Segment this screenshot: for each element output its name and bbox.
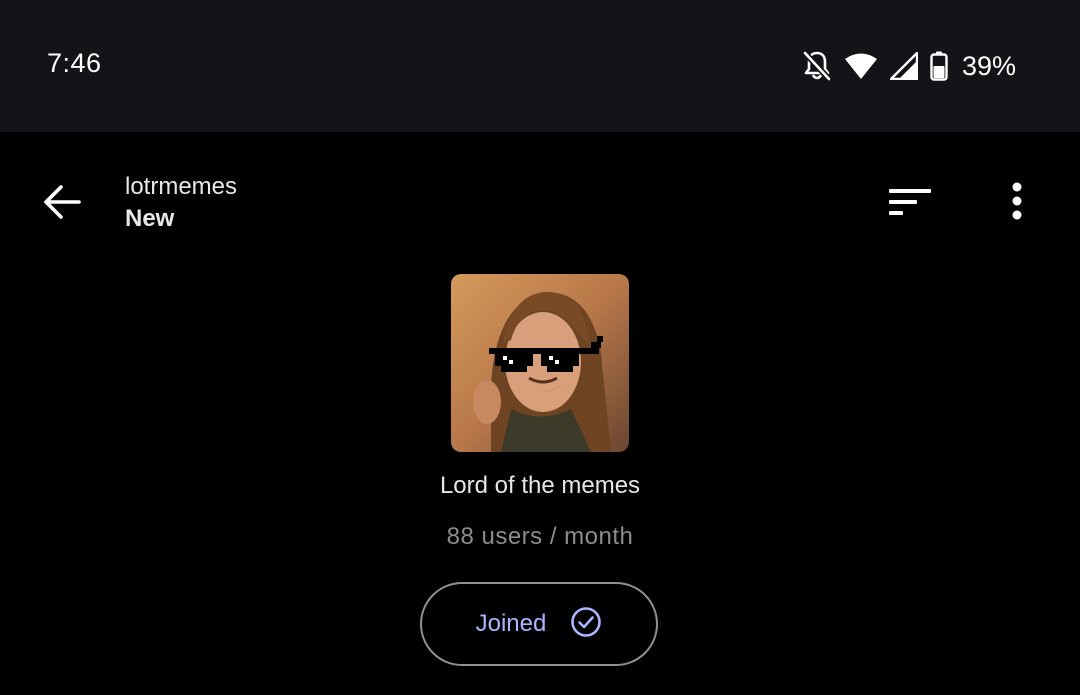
status-time: 7:46 xyxy=(47,48,102,78)
sort-icon xyxy=(889,187,931,222)
app-bar: lotrmemes New xyxy=(0,132,1080,272)
joined-button-label: Joined xyxy=(475,610,547,637)
more-vert-icon xyxy=(1011,182,1023,225)
community-name: lotrmemes xyxy=(125,173,238,200)
check-circle-icon xyxy=(570,606,602,643)
cell-signal-icon xyxy=(889,52,918,80)
status-icons: 39% xyxy=(802,46,1016,86)
community-title: Lord of the memes xyxy=(439,472,641,499)
status-bar: 7:46 39% xyxy=(0,0,1080,132)
title-block[interactable]: lotrmemes New xyxy=(125,172,237,236)
more-options-button[interactable] xyxy=(992,178,1042,228)
notifications-off-icon xyxy=(802,50,832,82)
community-stats: 88 users / month xyxy=(446,523,634,550)
battery-icon xyxy=(930,51,948,81)
sort-label: New xyxy=(125,205,175,232)
back-arrow-icon xyxy=(43,184,81,225)
wifi-icon xyxy=(844,52,878,80)
joined-button[interactable]: Joined xyxy=(420,582,658,666)
back-button[interactable] xyxy=(34,176,90,232)
community-avatar xyxy=(451,274,629,452)
sort-button[interactable] xyxy=(882,180,938,228)
battery-percent: 39% xyxy=(961,50,1016,81)
